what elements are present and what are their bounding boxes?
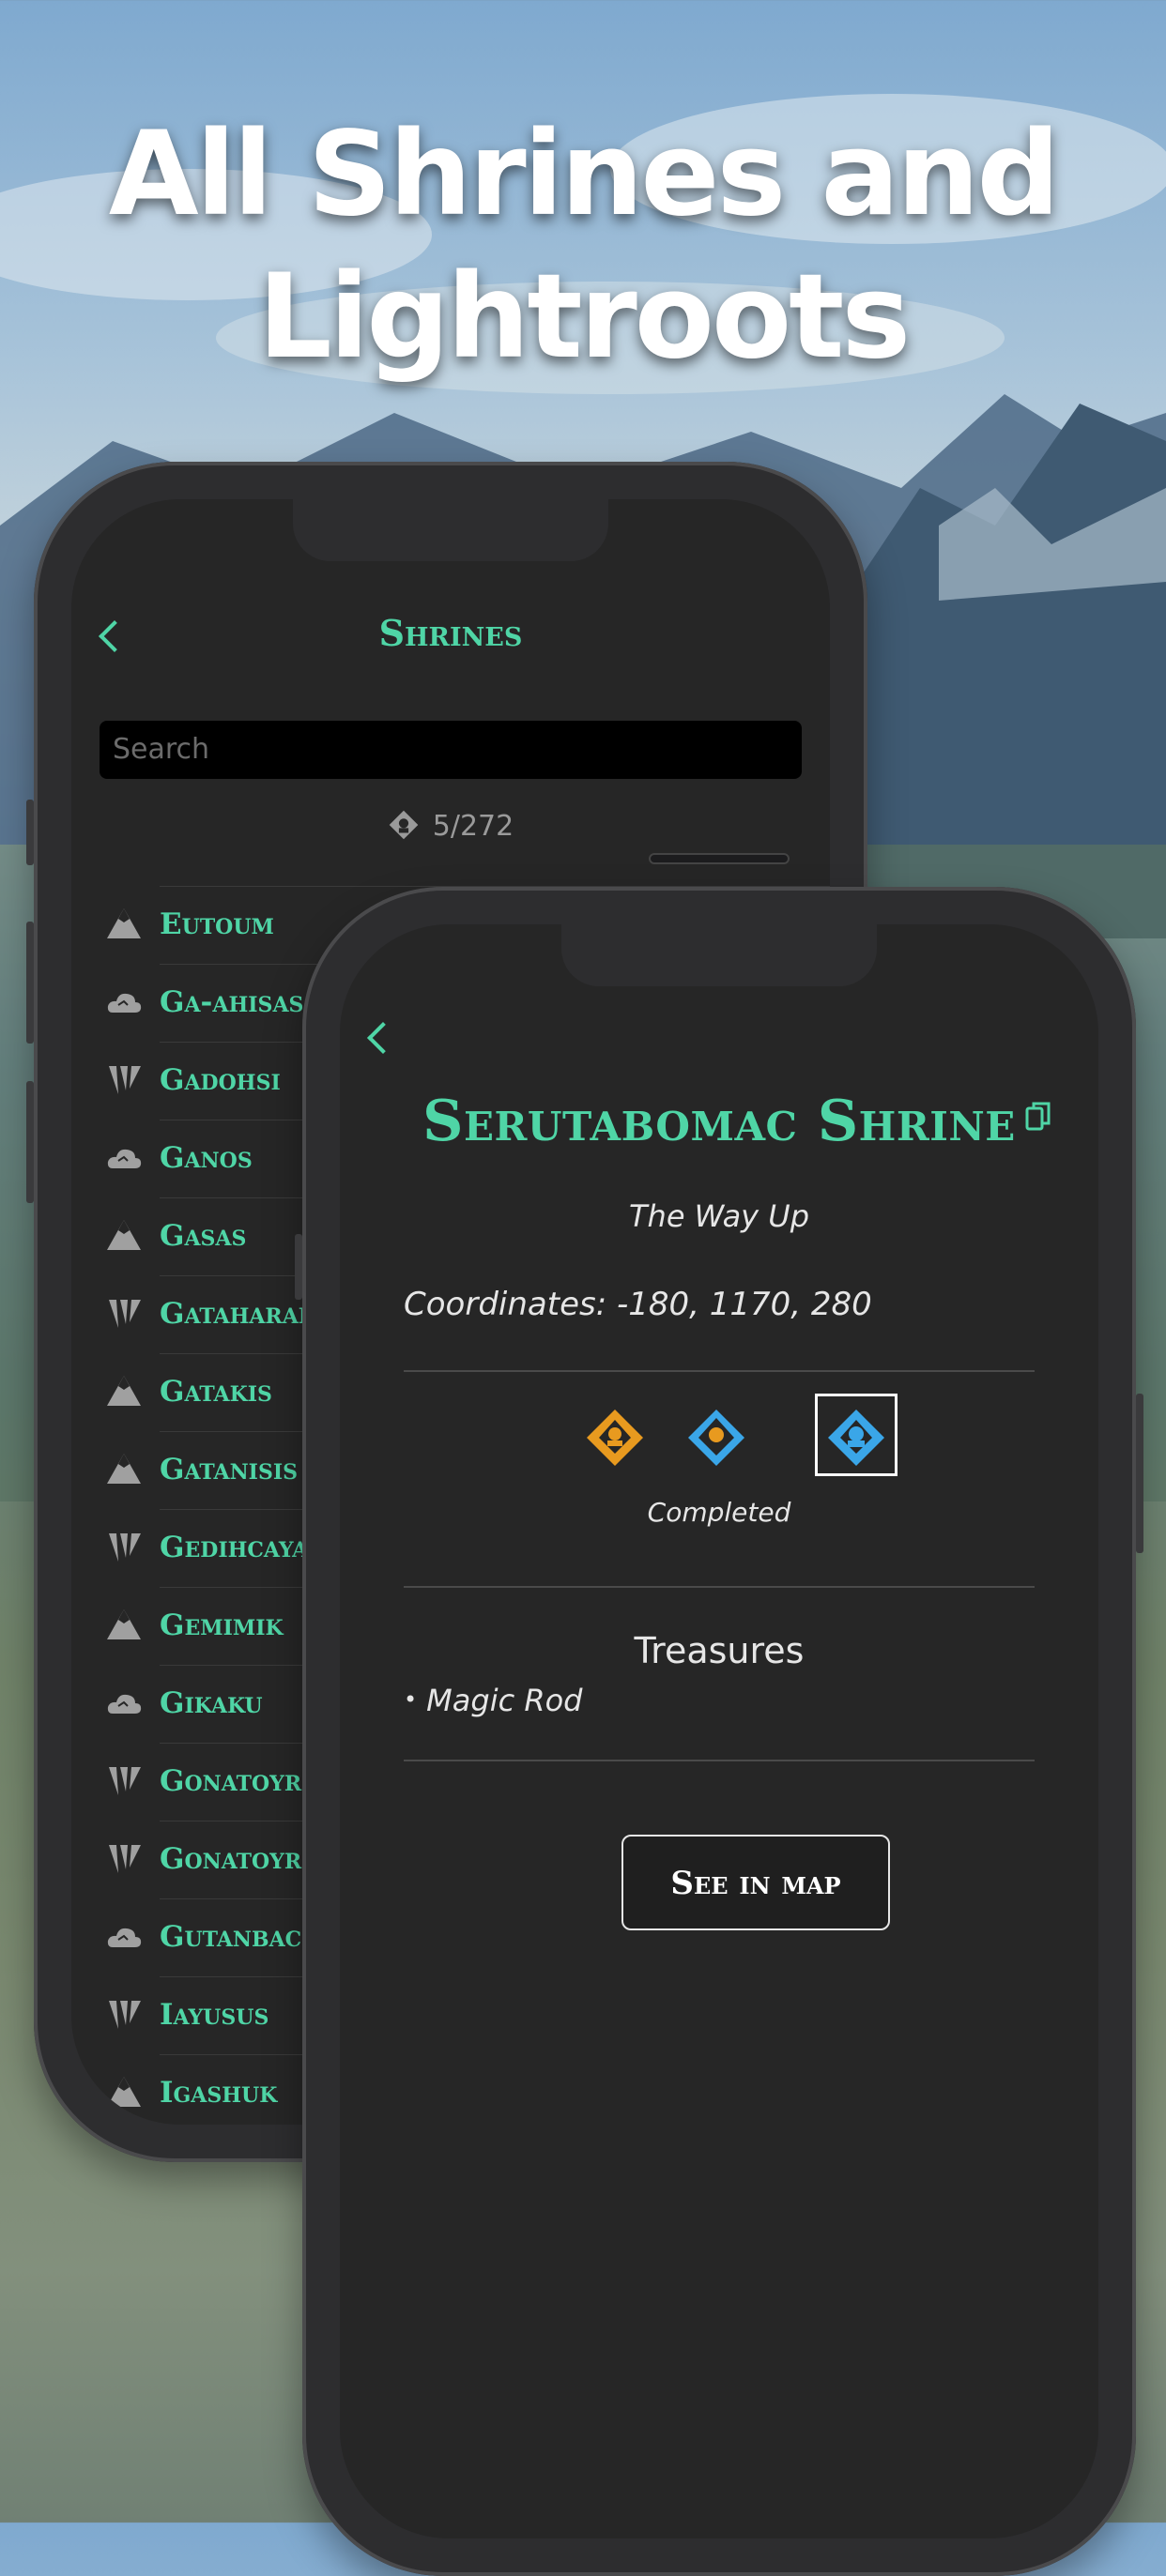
side-button: [295, 1234, 302, 1300]
shrine-blue-completed-icon[interactable]: [825, 1407, 887, 1469]
status-label: Completed: [647, 1497, 791, 1528]
side-button: [26, 1081, 34, 1203]
headline-line-1: All Shrines and: [108, 107, 1060, 242]
claw-icon: [105, 1296, 143, 1330]
shrine-name: Ganos: [160, 1141, 253, 1175]
mountain-icon: [105, 907, 143, 940]
mountain-icon: [105, 1452, 143, 1486]
mountain-icon: [105, 1608, 143, 1641]
phone-frame-front: Serutabomac Shrine The Way Up Coordinate…: [295, 853, 1143, 2576]
notch: [293, 499, 608, 561]
shrine-orange-icon[interactable]: [584, 1407, 646, 1469]
side-button: [26, 800, 34, 865]
coordinates-text: Coordinates: -180, 1170, 280: [404, 1286, 872, 1323]
mountain-icon: [105, 2075, 143, 2109]
speaker: [649, 853, 790, 864]
back-chevron-icon[interactable]: [364, 1023, 392, 1051]
shrine-name: Gatakis: [160, 1375, 272, 1409]
shrine-name: Igashuk: [160, 2076, 278, 2110]
claw-icon: [105, 1841, 143, 1875]
headline: All Shrines and Lightroots: [0, 103, 1166, 389]
search-input[interactable]: Search: [100, 721, 802, 779]
shrine-name: Ga-ahisas: [160, 985, 304, 1019]
shrine-icon: [389, 810, 419, 840]
counter-value: 5/272: [432, 810, 514, 843]
divider: [404, 1370, 1035, 1372]
page-title: Shrines: [378, 612, 523, 654]
shrine-name: Gonatoyro: [160, 1842, 320, 1876]
side-button: [26, 922, 34, 1044]
shrine-blue-outline-icon[interactable]: [685, 1407, 747, 1469]
headline-line-2: Lightroots: [257, 250, 911, 385]
claw-icon: [105, 1530, 143, 1563]
shrine-name: Gikaku: [160, 1686, 263, 1720]
shrine-name: Gadohsi: [160, 1063, 281, 1097]
cloud-icon: [105, 1919, 143, 1953]
claw-icon: [105, 1763, 143, 1797]
cloud-icon: [105, 984, 143, 1018]
shrine-name: Gatanisis: [160, 1453, 299, 1486]
treasure-item-label: Magic Rod: [426, 1683, 583, 1718]
shrine-title: Serutabomac Shrine: [422, 1089, 1016, 1154]
shrine-name: Gataharak: [160, 1297, 316, 1331]
claw-icon: [105, 1997, 143, 2031]
shrine-name: Gasas: [160, 1219, 247, 1253]
cloud-icon: [105, 1685, 143, 1719]
divider: [404, 1586, 1035, 1588]
shrine-subtitle: The Way Up: [628, 1198, 810, 1234]
side-button: [1136, 1394, 1143, 1553]
mountain-icon: [105, 1218, 143, 1252]
copy-icon[interactable]: [1025, 1101, 1051, 1133]
treasure-item: • Magic Rod: [404, 1683, 583, 1718]
shrine-name: Gemimik: [160, 1608, 284, 1642]
divider: [404, 1760, 1035, 1761]
status-selector: [340, 1394, 1098, 1487]
shrine-name: Eutoum: [160, 907, 274, 941]
shrine-detail-screen: Serutabomac Shrine The Way Up Coordinate…: [340, 924, 1098, 2538]
shrine-name: Iayusus: [160, 1998, 269, 2032]
treasures-heading: Treasures: [634, 1630, 805, 1671]
notch: [561, 924, 877, 986]
see-in-map-button[interactable]: See in map: [621, 1835, 890, 1930]
mountain-icon: [105, 1374, 143, 1408]
cloud-icon: [105, 1140, 143, 1174]
completion-counter: 5/272: [71, 809, 830, 843]
shrine-name: Gutanbac: [160, 1920, 302, 1954]
claw-icon: [105, 1062, 143, 1096]
